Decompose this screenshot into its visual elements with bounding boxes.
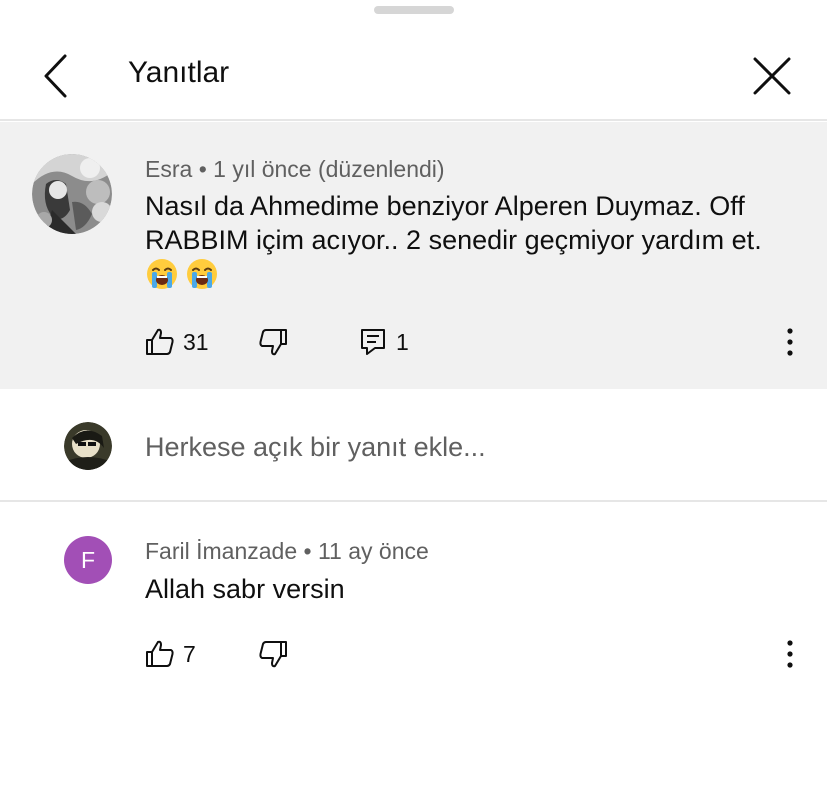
comment-author[interactable]: Esra bbox=[145, 156, 192, 182]
thumbs-up-icon bbox=[146, 328, 174, 355]
avatar[interactable] bbox=[32, 154, 112, 234]
loudly-crying-face-icon bbox=[185, 257, 219, 299]
avatar-photo-image bbox=[32, 154, 112, 234]
comment-icon bbox=[361, 329, 385, 355]
like-count: 7 bbox=[183, 641, 196, 667]
parent-comment: Esra • 1 yıl önce (düzenlendi) Nasıl da … bbox=[0, 122, 827, 389]
close-button[interactable] bbox=[744, 48, 800, 104]
reply-button[interactable]: 1 bbox=[360, 322, 409, 362]
comment-time: 11 ay önce bbox=[317, 538, 429, 564]
comment-body: Nasıl da Ahmedime benziyor Alperen Duyma… bbox=[145, 191, 762, 255]
reply-input[interactable] bbox=[145, 427, 785, 467]
more-vert-icon bbox=[787, 328, 793, 356]
like-count: 31 bbox=[183, 329, 209, 355]
back-button[interactable] bbox=[28, 50, 80, 102]
comment-text: Nasıl da Ahmedime benziyor Alperen Duyma… bbox=[145, 189, 805, 299]
dislike-button[interactable] bbox=[258, 322, 288, 362]
loudly-crying-face-icon bbox=[145, 257, 179, 299]
close-icon bbox=[753, 57, 791, 95]
reply-composer bbox=[0, 389, 827, 502]
comment-actions: 7 bbox=[145, 634, 805, 674]
reply-count: 1 bbox=[396, 329, 409, 355]
comment-meta: Esra • 1 yıl önce (düzenlendi) bbox=[145, 156, 445, 182]
comment-time: 1 yıl önce (düzenlendi) bbox=[213, 156, 445, 182]
like-button[interactable]: 31 bbox=[145, 322, 209, 362]
page-title: Yanıtlar bbox=[128, 56, 230, 89]
comment-actions: 31 1 bbox=[145, 322, 805, 362]
meta-separator: • bbox=[303, 538, 312, 564]
avatar[interactable]: F bbox=[64, 536, 112, 584]
more-options-button[interactable] bbox=[778, 322, 802, 362]
thumbs-down-icon bbox=[259, 641, 287, 668]
drag-handle[interactable] bbox=[374, 6, 454, 14]
user-avatar-image bbox=[64, 422, 112, 470]
comment-text: Allah sabr versin bbox=[145, 574, 345, 604]
chevron-left-icon bbox=[44, 54, 67, 98]
avatar bbox=[64, 422, 112, 470]
panel-header: Yanıtlar bbox=[0, 20, 827, 121]
replies-panel: Yanıtlar Esra • 1 yıl önce (düzenlendi) … bbox=[0, 0, 827, 787]
like-button[interactable]: 7 bbox=[145, 634, 196, 674]
more-options-button[interactable] bbox=[778, 634, 802, 674]
comment-author[interactable]: Faril İmanzade bbox=[145, 538, 297, 564]
thumbs-down-icon bbox=[259, 329, 287, 356]
dislike-button[interactable] bbox=[258, 634, 288, 674]
reply-comment: F Faril İmanzade • 11 ay önce Allah sabr… bbox=[0, 504, 827, 704]
meta-separator: • bbox=[198, 156, 207, 182]
more-vert-icon bbox=[787, 640, 793, 668]
comment-meta: Faril İmanzade • 11 ay önce bbox=[145, 538, 429, 564]
thumbs-up-icon bbox=[146, 640, 174, 667]
